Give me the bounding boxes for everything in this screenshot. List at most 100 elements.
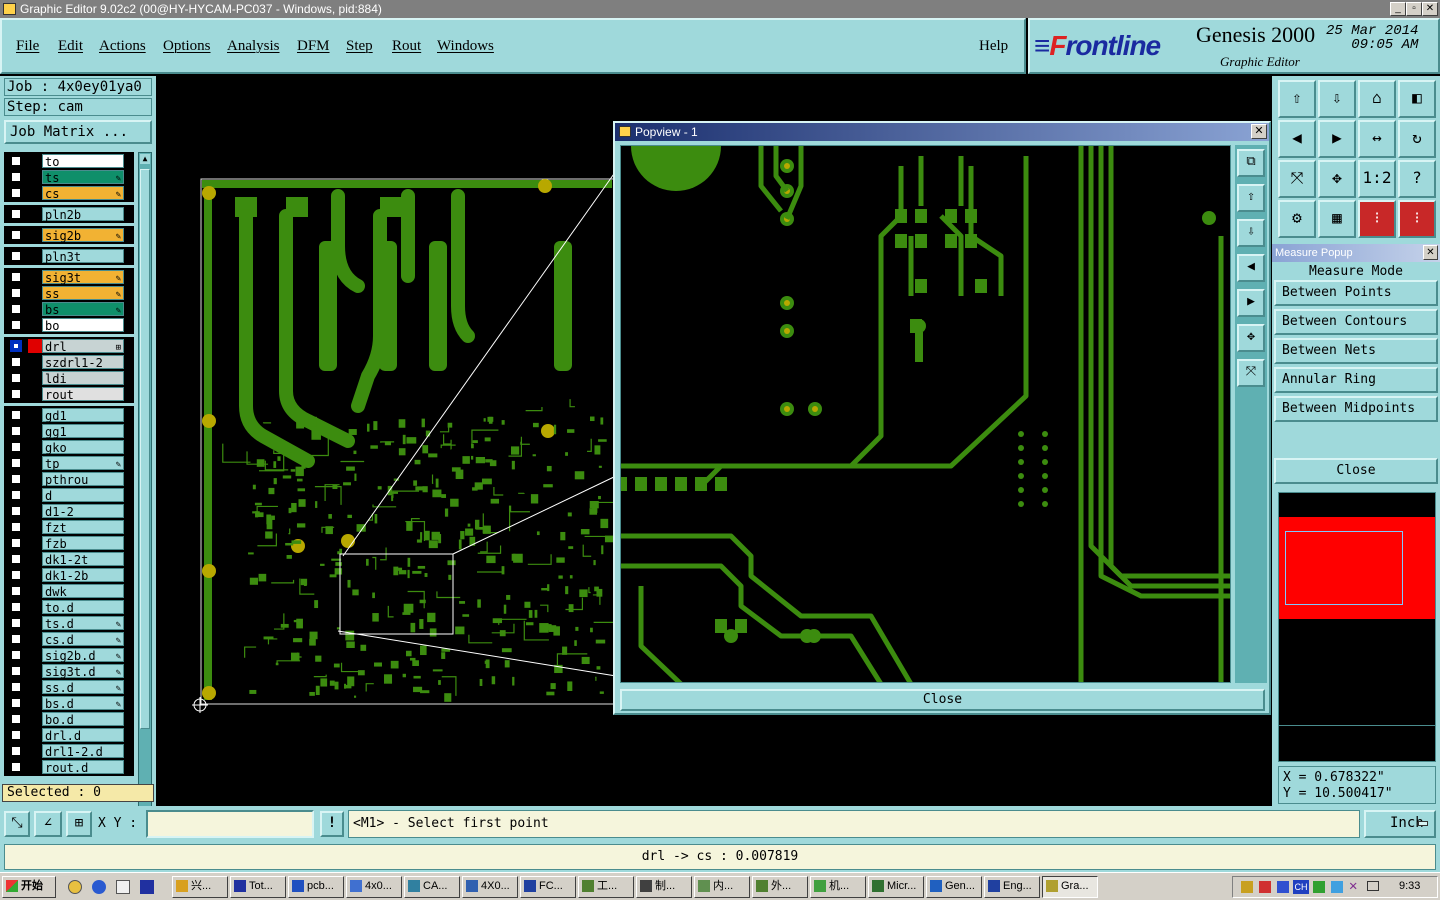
layer-display-swatch[interactable] xyxy=(28,648,42,662)
pop-left-icon[interactable]: ◀ xyxy=(1237,254,1265,282)
layer-display-swatch[interactable] xyxy=(28,249,42,263)
taskbar-item[interactable]: FC... xyxy=(520,876,576,898)
layer-display-swatch[interactable] xyxy=(28,154,42,168)
layer-row-ss[interactable]: ss ✎ xyxy=(6,286,124,301)
layer-display-swatch[interactable] xyxy=(28,170,42,184)
layer-row-fzb[interactable]: fzb xyxy=(6,536,124,551)
layer-display-swatch[interactable] xyxy=(28,744,42,758)
layer-name[interactable]: dwk xyxy=(42,584,124,599)
layer-row-bo[interactable]: bo xyxy=(6,318,124,333)
taskbar-item[interactable]: Gra... xyxy=(1042,876,1098,898)
layer-name[interactable]: dk1-2b xyxy=(42,568,124,583)
pop-right-icon[interactable]: ▶ xyxy=(1237,289,1265,317)
pen-tray-icon[interactable] xyxy=(1241,881,1253,893)
layer-display-swatch[interactable] xyxy=(28,387,42,401)
snap-icon[interactable]: ⤡ xyxy=(4,811,30,837)
layer-affected-checkbox[interactable] xyxy=(10,229,22,241)
layer-display-swatch[interactable] xyxy=(28,318,42,332)
pop-up-icon[interactable]: ⇧ xyxy=(1237,184,1265,212)
layer-affected-checkbox[interactable] xyxy=(10,745,22,757)
ie-icon[interactable] xyxy=(92,880,106,894)
layer-name[interactable]: gg1 xyxy=(42,424,124,439)
layer-display-swatch[interactable] xyxy=(28,584,42,598)
layer-name[interactable]: pln2b xyxy=(42,207,124,222)
layer-affected-checkbox[interactable] xyxy=(10,388,22,400)
taskbar-item[interactable]: 内... xyxy=(694,876,750,898)
layer-affected-checkbox[interactable] xyxy=(10,633,22,645)
layer-row-rout-d[interactable]: rout.d xyxy=(6,760,124,775)
layer-row-d[interactable]: d xyxy=(6,488,124,503)
pan-right-icon[interactable]: ▶ xyxy=(1318,120,1356,158)
tray-icon-5[interactable] xyxy=(1313,881,1325,893)
layer-affected-checkbox[interactable] xyxy=(10,697,22,709)
layer-name[interactable]: tp ✎ xyxy=(42,456,124,471)
interrupt-icon[interactable]: ! xyxy=(320,811,344,837)
layer-name[interactable]: gd1 xyxy=(42,408,124,423)
layer-name[interactable]: cs.d ✎ xyxy=(42,632,124,647)
layer-affected-checkbox[interactable] xyxy=(10,681,22,693)
layer-name[interactable]: to.d xyxy=(42,600,124,615)
zoom-home-icon[interactable]: ⇧ xyxy=(1278,80,1316,118)
taskbar-item[interactable]: Micr... xyxy=(868,876,924,898)
measure-between-nets[interactable]: Between Nets xyxy=(1274,338,1438,364)
home-view-icon[interactable]: ⌂ xyxy=(1358,80,1396,118)
clock-app-icon[interactable] xyxy=(68,880,82,894)
layer-name[interactable]: drl1-2.d xyxy=(42,744,124,759)
layer-affected-checkbox[interactable] xyxy=(10,187,22,199)
layer-display-swatch[interactable] xyxy=(28,600,42,614)
layer-display-swatch[interactable] xyxy=(28,568,42,582)
layer-name[interactable]: pthrou xyxy=(42,472,124,487)
save-icon[interactable] xyxy=(140,880,154,894)
taskbar-item[interactable]: 4X0... xyxy=(462,876,518,898)
layer-display-swatch[interactable] xyxy=(28,504,42,518)
layer-name[interactable]: d xyxy=(42,488,124,503)
tray-icon-6[interactable] xyxy=(1331,881,1343,893)
layer-display-swatch[interactable] xyxy=(28,440,42,454)
layer-affected-checkbox[interactable] xyxy=(10,521,22,533)
layer-display-swatch[interactable] xyxy=(28,760,42,774)
layer-display-swatch[interactable] xyxy=(28,408,42,422)
layer-row-drl1-2-d[interactable]: drl1-2.d xyxy=(6,744,124,759)
taskbar-item[interactable]: 工... xyxy=(578,876,634,898)
layer-row-bo-d[interactable]: bo.d xyxy=(6,712,124,727)
layer-row-pln2b[interactable]: pln2b xyxy=(6,207,124,222)
layer-affected-checkbox[interactable] xyxy=(10,601,22,613)
layer-affected-checkbox[interactable] xyxy=(10,441,22,453)
layer-affected-checkbox[interactable] xyxy=(10,208,22,220)
layer-name[interactable]: fzt xyxy=(42,520,124,535)
popview-close-button[interactable]: Close xyxy=(620,689,1265,711)
layer-affected-checkbox[interactable] xyxy=(10,372,22,384)
layer-row-dk1-2b[interactable]: dk1-2b xyxy=(6,568,124,583)
pan-left-icon[interactable]: ◀ xyxy=(1278,120,1316,158)
layer-display-swatch[interactable] xyxy=(28,456,42,470)
layer-affected-checkbox[interactable] xyxy=(10,665,22,677)
taskbar-item[interactable]: 外... xyxy=(752,876,808,898)
layer-display-swatch[interactable] xyxy=(28,228,42,242)
layer-name[interactable]: ss ✎ xyxy=(42,286,124,301)
zoom-fit-icon[interactable]: ⤧ xyxy=(1278,160,1316,198)
layer-row-rout[interactable]: rout xyxy=(6,387,124,402)
layer-display-swatch[interactable] xyxy=(28,680,42,694)
overview-minimap[interactable] xyxy=(1278,492,1436,762)
layer-row-ts[interactable]: ts ✎ xyxy=(6,170,124,185)
layer-display-swatch[interactable] xyxy=(28,616,42,630)
layer-affected-checkbox[interactable] xyxy=(10,585,22,597)
layer-affected-checkbox[interactable] xyxy=(10,537,22,549)
layer-affected-checkbox[interactable] xyxy=(10,713,22,725)
pop-zoom-icon[interactable]: ⧉ xyxy=(1237,149,1265,177)
layer-name[interactable]: sig2b ✎ xyxy=(42,228,124,243)
measure-annular-ring[interactable]: Annular Ring xyxy=(1274,367,1438,393)
layer-affected-checkbox[interactable] xyxy=(10,617,22,629)
taskbar-item[interactable]: 兴... xyxy=(172,876,228,898)
layer-row-sig3t[interactable]: sig3t ✎ xyxy=(6,270,124,285)
layer-display-swatch[interactable] xyxy=(28,355,42,369)
layer-row-d1-2[interactable]: d1-2 xyxy=(6,504,124,519)
layer-affected-checkbox[interactable] xyxy=(10,457,22,469)
help-icon[interactable]: ? xyxy=(1398,160,1436,198)
layer-display-swatch[interactable] xyxy=(28,371,42,385)
taskbar-item[interactable]: Tot... xyxy=(230,876,286,898)
layer-affected-checkbox[interactable] xyxy=(10,250,22,262)
xy-input[interactable] xyxy=(146,810,314,838)
layer-row-bs-d[interactable]: bs.d ✎ xyxy=(6,696,124,711)
menu-windows[interactable]: Windows xyxy=(437,38,494,55)
